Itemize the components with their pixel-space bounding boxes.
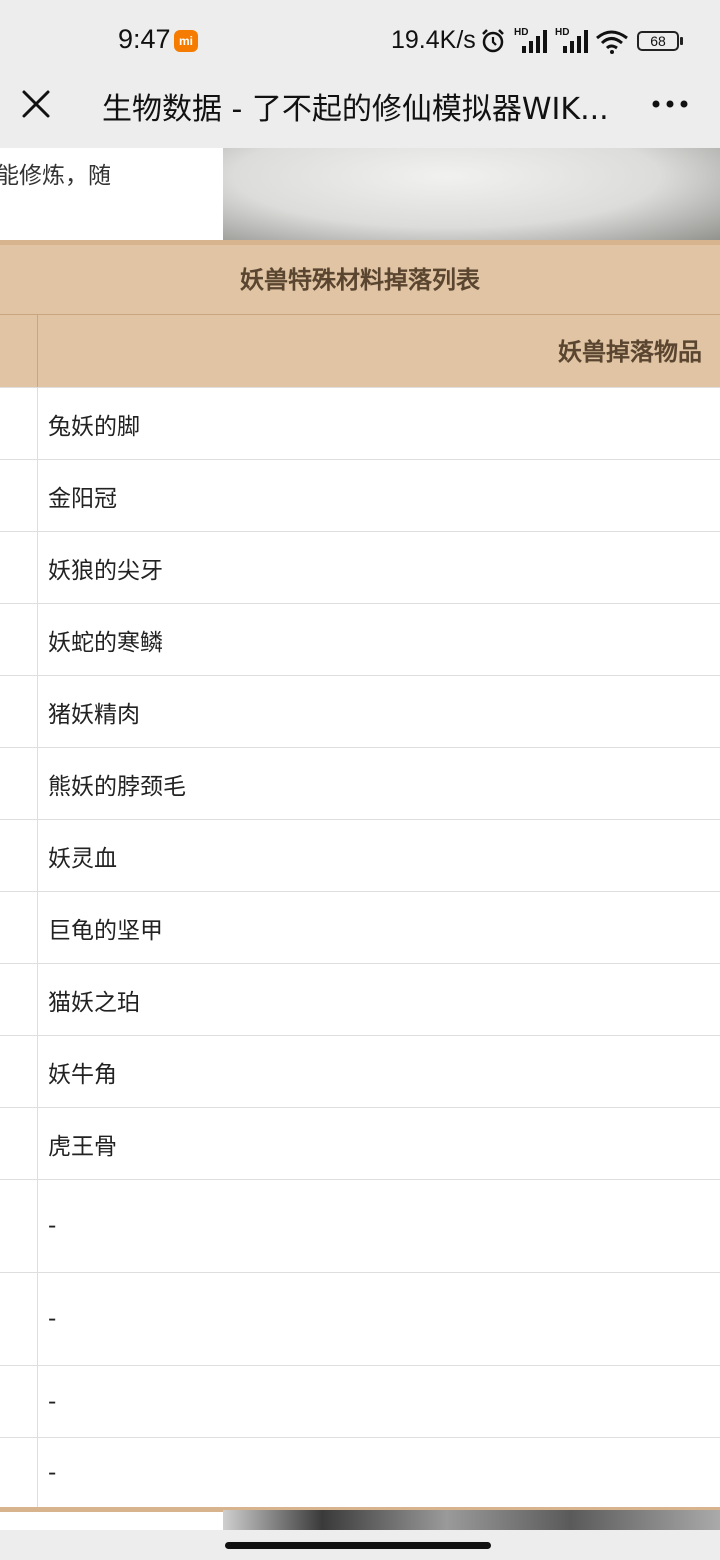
row-cell-item: 金阳冠 [48,485,117,512]
table-row: 妖牛角 [0,1035,720,1107]
table-header-row: 妖兽掉落物品 [0,315,720,387]
row-cell-left [0,1108,38,1179]
table-row: - [0,1437,720,1507]
table-row: 金阳冠 [0,459,720,531]
row-cell-item: - [48,1388,57,1415]
drop-table: 妖兽特殊材料掉落列表 妖兽掉落物品 兔妖的脚 金阳冠 妖狼的尖牙 妖蛇的寒鳞 猪… [0,240,720,1512]
header-cell-drops: 妖兽掉落物品 [558,338,702,366]
alarm-icon [482,29,504,53]
row-cell-left [0,964,38,1035]
table-row: 兔妖的脚 [0,387,720,459]
battery-icon: 68 [637,31,679,51]
page-content[interactable]: 能修炼，随 妖兽特殊材料掉落列表 妖兽掉落物品 兔妖的脚 金阳冠 妖狼的尖牙 妖… [0,148,720,1530]
row-cell-item: - [48,1213,57,1239]
row-cell-left [0,748,38,819]
row-cell-left [0,892,38,963]
status-time: 9:47 [118,24,171,54]
network-speed: 19.4K/s [391,26,476,54]
table-caption: 妖兽特殊材料掉落列表 [0,245,720,315]
row-cell-item: 猪妖精肉 [48,701,140,728]
battery-tip [680,37,683,45]
row-cell-left [0,1438,38,1507]
row-cell-item: 妖牛角 [48,1061,117,1088]
article-image [223,148,720,242]
hd-label: HD [555,27,570,38]
status-bar: 9:47 mi 19.4K/s HD HD 68 [0,0,720,82]
row-cell-left [0,1036,38,1107]
row-cell-item: 妖狼的尖牙 [48,557,163,584]
row-cell-item: 虎王骨 [48,1133,117,1160]
row-cell-item: 妖蛇的寒鳞 [48,629,163,656]
row-cell-item: - [48,1306,57,1332]
row-cell-item: - [48,1459,57,1486]
row-cell-item: 巨龟的坚甲 [48,917,163,944]
table-row: 猪妖精肉 [0,675,720,747]
page-title: 生物数据 - 了不起的修仙模拟器WIK... [102,92,609,127]
row-cell-left [0,820,38,891]
table-row: 巨龟的坚甲 [0,891,720,963]
row-cell-left [0,1273,38,1365]
row-cell-item: 兔妖的脚 [48,413,140,440]
intro-text: 能修炼，随 [0,163,111,189]
close-icon[interactable] [14,82,58,126]
row-cell-left [0,532,38,603]
row-cell-left [0,676,38,747]
row-cell-left [0,1366,38,1437]
header-cell-left [0,315,38,387]
mi-notification-icon: mi [174,30,198,52]
title-bar: 生物数据 - 了不起的修仙模拟器WIK... [0,82,720,148]
table-row: 妖灵血 [0,819,720,891]
row-cell-item: 妖灵血 [48,845,117,872]
row-cell-left [0,460,38,531]
table-row: 妖蛇的寒鳞 [0,603,720,675]
table-row: - [0,1365,720,1437]
row-cell-item: 熊妖的脖颈毛 [48,773,186,800]
table-row: 熊妖的脖颈毛 [0,747,720,819]
row-cell-left [0,388,38,459]
row-cell-left [0,604,38,675]
table-row: - [0,1179,720,1272]
row-cell-left [0,1180,38,1272]
more-icon[interactable] [650,94,690,114]
hd-label: HD [514,27,529,38]
table-row: 妖狼的尖牙 [0,531,720,603]
table-row: 虎王骨 [0,1107,720,1179]
table-row: 猫妖之珀 [0,963,720,1035]
row-cell-item: 猫妖之珀 [48,989,140,1016]
article-image-bottom [223,1510,720,1530]
wifi-icon [596,30,628,54]
navigation-bar [0,1530,720,1560]
home-indicator[interactable] [225,1542,491,1549]
table-row: - [0,1272,720,1365]
